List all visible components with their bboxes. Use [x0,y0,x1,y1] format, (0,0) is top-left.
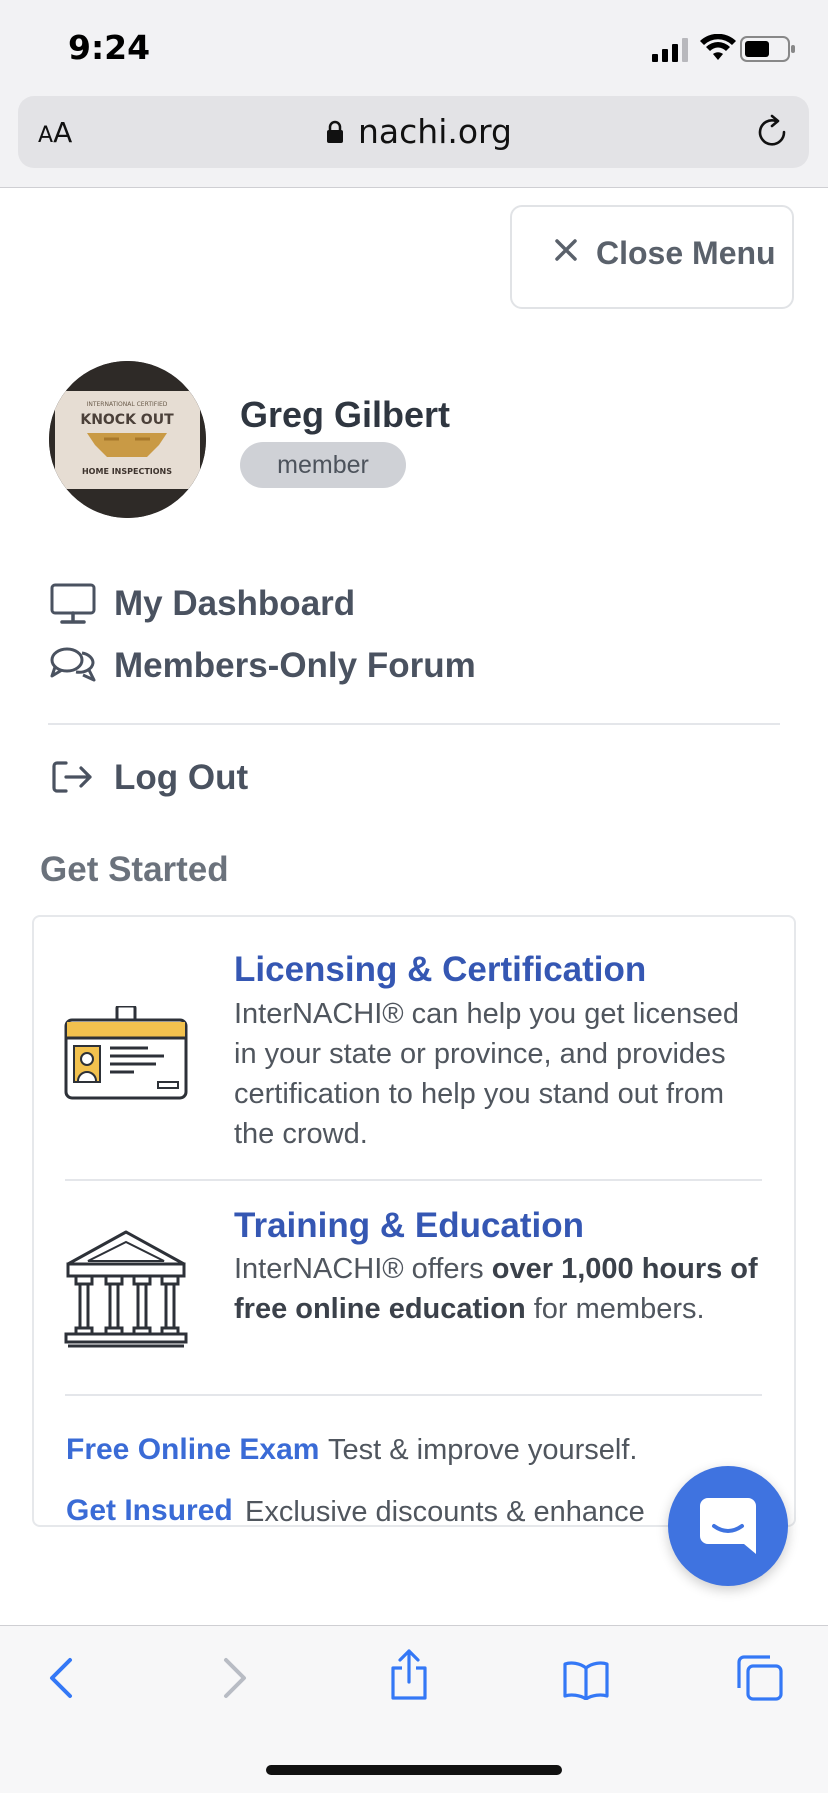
section-title-get-started: Get Started [40,850,229,889]
card-divider [65,1394,762,1396]
back-icon[interactable] [46,1656,74,1700]
lock-icon [327,120,343,143]
menu-item-forum[interactable]: Members-Only Forum [114,646,476,686]
close-icon [555,239,577,261]
svg-text:INTERNATIONAL CERTIFIED: INTERNATIONAL CERTIFIED [87,401,168,408]
share-icon[interactable] [389,1648,429,1702]
close-menu-label: Close Menu [596,235,776,271]
card-title-training[interactable]: Training & Education [234,1206,584,1246]
card-divider [65,1179,762,1181]
bookmarks-icon[interactable] [562,1660,610,1700]
menu-divider [48,723,780,725]
sign-out-icon [52,761,92,793]
card-text-licensing: InterNACHI® can help you get licensed in… [234,998,739,1150]
reload-icon[interactable] [756,114,790,150]
building-columns-icon [64,1230,188,1348]
user-name: Greg Gilbert [240,394,451,435]
card-title-licensing[interactable]: Licensing & Certification [234,950,646,990]
wifi-icon [700,34,736,60]
avatar[interactable]: INTERNATIONAL CERTIFIED KNOCK OUT HOME I… [49,361,206,518]
svg-text:HOME INSPECTIONS: HOME INSPECTIONS [82,467,172,476]
home-indicator [266,1765,562,1775]
battery-icon [740,36,795,62]
link-get-insured[interactable]: Get Insured [66,1494,233,1528]
role-badge: member [240,442,406,488]
link-text-insured: Exclusive discounts & enhance [245,1496,645,1528]
url-text[interactable]: nachi.org [358,112,512,151]
link-text-exam: Test & improve yourself. [328,1434,638,1466]
svg-text:KNOCK OUT: KNOCK OUT [80,412,174,428]
card-text-training: InterNACHI® offers over 1,000 hours of f… [234,1253,758,1325]
monitor-icon [50,583,96,624]
chat-launcher-button[interactable] [668,1466,788,1586]
status-time: 9:24 [68,28,151,67]
id-badge-icon [64,1006,188,1100]
chat-icon [700,1498,756,1554]
link-free-online-exam[interactable]: Free Online Exam [66,1433,319,1467]
forward-icon[interactable] [222,1656,250,1700]
menu-item-logout[interactable]: Log Out [114,758,248,798]
menu-item-dashboard[interactable]: My Dashboard [114,584,355,624]
chat-bubbles-icon [50,647,96,682]
reader-text-size-button[interactable]: AA [38,116,72,149]
tabs-icon[interactable] [736,1654,784,1702]
signal-icon [652,38,688,62]
avatar-logo-image: INTERNATIONAL CERTIFIED KNOCK OUT HOME I… [49,361,206,518]
